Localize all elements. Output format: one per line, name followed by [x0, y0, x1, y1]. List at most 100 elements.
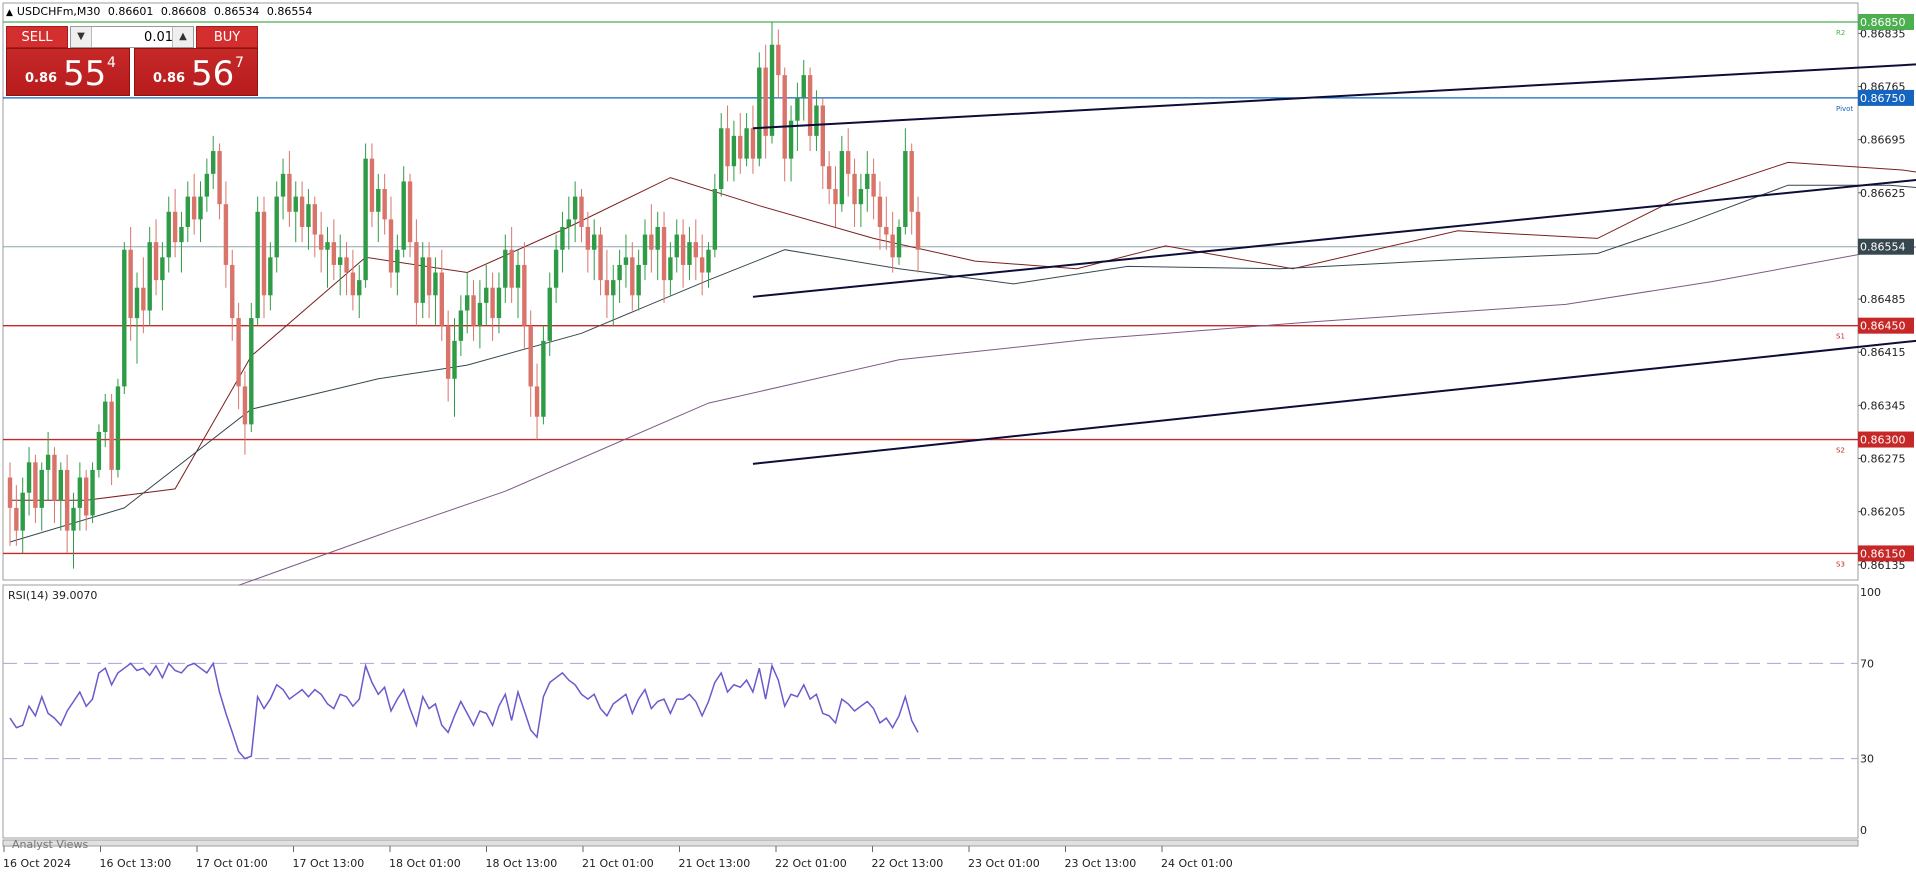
candle	[865, 151, 870, 212]
candle	[858, 173, 864, 227]
candle	[160, 242, 165, 311]
candle-body	[719, 128, 724, 190]
candle-body	[14, 507, 19, 531]
candle	[611, 264, 616, 326]
pivot-levels: R2 Pivot S1 S2 S3	[3, 21, 1858, 568]
candle-body	[445, 325, 451, 379]
trend-line[interactable]	[752, 0, 1916, 130]
candle-body	[84, 477, 89, 516]
candle-body	[230, 264, 235, 319]
candle	[445, 310, 451, 402]
candle	[52, 447, 57, 524]
candle-body	[20, 492, 25, 531]
candle	[26, 447, 32, 516]
candle	[96, 424, 102, 478]
analyst-views-bar[interactable]	[2, 839, 1859, 847]
candle-body	[33, 462, 38, 508]
candle-body	[312, 204, 317, 235]
candle	[350, 249, 356, 311]
candle-body	[439, 272, 444, 326]
candle-body	[858, 189, 864, 205]
candle	[64, 454, 70, 554]
trend-line[interactable]	[752, 54, 1916, 298]
price-chart[interactable]: Analyst Views R2PivotS1S2S3 0.868350.867…	[0, 0, 1916, 874]
candle-body	[115, 386, 121, 470]
candle	[471, 280, 476, 341]
candle	[109, 393, 114, 486]
candle	[560, 211, 565, 273]
candle-body	[58, 469, 63, 501]
x-tick-label: 21 Oct 01:00	[582, 857, 654, 870]
candle-body	[547, 287, 552, 341]
candle-body	[839, 151, 845, 205]
candle-body	[566, 219, 571, 227]
candle	[598, 226, 603, 296]
candle-body	[191, 196, 197, 220]
candle-body	[160, 257, 165, 281]
candle-body	[90, 469, 95, 516]
candle	[331, 219, 337, 281]
candle-body	[915, 211, 921, 250]
candle	[846, 128, 851, 197]
x-tick-label: 17 Oct 01:00	[196, 857, 268, 870]
candle	[566, 196, 571, 250]
candle-body	[496, 287, 502, 319]
candle-body	[896, 226, 902, 258]
candle	[636, 249, 641, 311]
candle	[725, 105, 730, 182]
y-tick-label: 0.86345	[1860, 399, 1906, 412]
candle-body	[744, 128, 749, 159]
moving-average-line	[238, 246, 1916, 586]
analyst-views-label[interactable]: Analyst Views	[12, 838, 88, 851]
x-tick-label: 23 Oct 01:00	[968, 857, 1040, 870]
chart-frame: Analyst Views	[2, 2, 1859, 851]
candle-body	[763, 67, 768, 136]
candle	[90, 462, 95, 524]
candle	[407, 173, 413, 258]
rsi-tick-label: 0	[1860, 824, 1867, 837]
candle	[687, 226, 692, 281]
candle-body	[52, 454, 57, 501]
candle	[604, 249, 610, 319]
x-tick-label: 18 Oct 13:00	[486, 857, 558, 870]
rsi-tick-label: 100	[1860, 586, 1881, 599]
x-tick-label: 22 Oct 13:00	[872, 857, 944, 870]
candle	[312, 196, 317, 258]
candle	[204, 158, 210, 212]
candle-body	[344, 257, 349, 273]
candle	[395, 234, 400, 296]
candle-body	[39, 469, 44, 508]
candle	[230, 249, 235, 341]
candle-body	[433, 272, 438, 296]
candle	[623, 234, 629, 288]
candle	[185, 181, 190, 243]
candle	[553, 234, 559, 303]
candle	[642, 219, 648, 281]
candle-body	[420, 257, 425, 303]
candle	[217, 143, 222, 220]
candle	[547, 272, 552, 357]
candle-body	[572, 196, 578, 220]
candle-body	[280, 173, 286, 197]
candle	[242, 371, 248, 455]
candle-body	[871, 173, 876, 197]
candle-body	[166, 211, 171, 258]
candle	[522, 242, 527, 349]
candle-body	[738, 135, 743, 159]
candle	[503, 234, 508, 303]
candle-body	[401, 181, 406, 250]
candle	[414, 219, 419, 326]
level-price-label: 0.86300	[1860, 434, 1906, 447]
candle-body	[26, 462, 32, 493]
candle-body	[242, 386, 248, 425]
candle-body	[503, 249, 508, 288]
main-pane-border	[2, 2, 1859, 581]
candle	[776, 29, 781, 98]
candle	[541, 325, 546, 425]
trend-channel[interactable]	[752, 0, 1916, 465]
candle-body	[560, 226, 565, 250]
rsi-panel: RSI(14) 39.0070 100 70 30 0	[3, 586, 1881, 837]
candle	[712, 173, 718, 258]
level-tag-pivot: Pivot	[1836, 105, 1853, 113]
x-tick-label: 18 Oct 01:00	[389, 857, 461, 870]
